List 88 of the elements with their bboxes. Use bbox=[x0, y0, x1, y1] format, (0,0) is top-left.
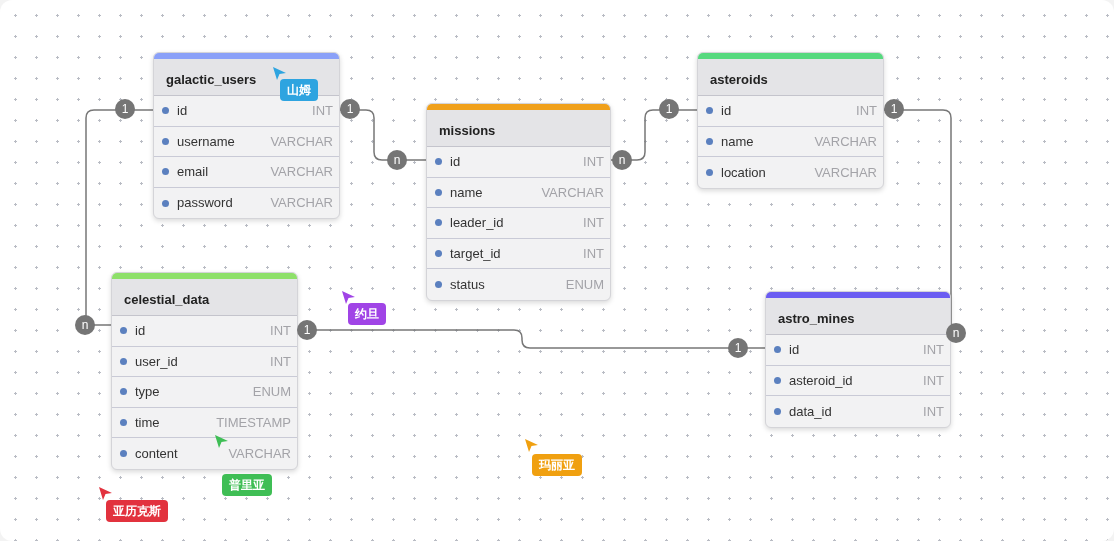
field-type: TIMESTAMP bbox=[216, 413, 291, 432]
field-type: INT bbox=[923, 341, 944, 360]
cardinality-badge: 1 bbox=[728, 338, 748, 358]
field-type: VARCHAR bbox=[814, 163, 877, 182]
field-dot-icon bbox=[162, 107, 169, 115]
field-type: INT bbox=[856, 102, 877, 121]
table-card[interactable]: missions id INT name VARCHAR leader_id INT target_id INT status ENUM bbox=[426, 103, 611, 301]
field-dot-icon bbox=[435, 188, 442, 196]
field-name: leader_id bbox=[450, 214, 504, 233]
cardinality-badge: 1 bbox=[115, 99, 135, 119]
field-type: ENUM bbox=[565, 275, 604, 294]
table-title: celestial_data bbox=[112, 279, 297, 316]
table-card[interactable]: astro_mines id INT asteroid_id INT data_id INT bbox=[765, 291, 951, 428]
field-dot-icon bbox=[120, 419, 127, 427]
field-name: location bbox=[721, 163, 766, 182]
field-name: target_id bbox=[450, 244, 501, 263]
cursor-icon bbox=[98, 486, 113, 501]
field-type: INT bbox=[923, 371, 944, 390]
cardinality-badge: 1 bbox=[340, 99, 360, 119]
user-label: 玛丽亚 bbox=[532, 454, 582, 476]
field-type: INT bbox=[312, 102, 333, 121]
field-dot-icon bbox=[706, 107, 713, 115]
field-dot-icon bbox=[435, 158, 442, 166]
field-dot-icon bbox=[162, 199, 169, 207]
field-name: email bbox=[177, 163, 209, 182]
field-dot-icon bbox=[120, 388, 127, 396]
field-name: name bbox=[721, 132, 754, 151]
field-name: asteroid_id bbox=[789, 371, 853, 390]
field-type: INT bbox=[270, 352, 291, 371]
field-name: name bbox=[450, 183, 483, 202]
field-name: id bbox=[135, 322, 146, 341]
field-name: time bbox=[135, 413, 160, 432]
field-type: VARCHAR bbox=[270, 163, 333, 182]
field-type: INT bbox=[583, 244, 604, 263]
cursor-icon bbox=[524, 438, 539, 453]
user-label: 亚历克斯 bbox=[106, 500, 168, 522]
cursor-icon bbox=[272, 66, 287, 81]
field-name: id bbox=[721, 102, 732, 121]
field-dot-icon bbox=[706, 169, 713, 176]
field-dot-icon bbox=[435, 281, 442, 289]
cardinality-badge: n bbox=[946, 323, 966, 343]
field-type: INT bbox=[583, 153, 604, 172]
cardinality-badge: 1 bbox=[297, 320, 317, 340]
field-name: username bbox=[177, 132, 235, 151]
field-type: VARCHAR bbox=[541, 183, 604, 202]
table-title: astro_mines bbox=[766, 298, 950, 335]
field-name: data_id bbox=[789, 402, 832, 421]
cardinality-badge: n bbox=[387, 150, 407, 170]
field-dot-icon bbox=[162, 168, 169, 176]
cardinality-badge: 1 bbox=[884, 99, 904, 119]
field-dot-icon bbox=[774, 346, 781, 354]
field-dot-icon bbox=[706, 137, 713, 145]
table-card[interactable]: asteroids id INT name VARCHAR location VARCHAR bbox=[697, 52, 884, 189]
field-dot-icon bbox=[774, 376, 781, 384]
cardinality-badge: n bbox=[75, 315, 95, 335]
user-label: 约旦 bbox=[348, 303, 386, 325]
field-type: VARCHAR bbox=[228, 444, 291, 463]
cardinality-badge: 1 bbox=[659, 99, 679, 119]
field-dot-icon bbox=[120, 450, 127, 458]
field-dot-icon bbox=[120, 357, 127, 365]
field-type: VARCHAR bbox=[270, 132, 333, 151]
field-dot-icon bbox=[774, 408, 781, 415]
field-type: ENUM bbox=[252, 383, 291, 402]
field-type: INT bbox=[923, 402, 944, 421]
field-name: type bbox=[135, 383, 160, 402]
field-name: id bbox=[177, 102, 188, 121]
user-label: 普里亚 bbox=[222, 474, 272, 496]
field-name: id bbox=[789, 341, 800, 360]
cursor-icon bbox=[214, 434, 229, 449]
field-dot-icon bbox=[120, 327, 127, 335]
table-title: asteroids bbox=[698, 59, 883, 96]
field-dot-icon bbox=[435, 250, 442, 258]
field-name: content bbox=[135, 444, 178, 463]
field-name: password bbox=[177, 194, 233, 213]
field-type: INT bbox=[583, 214, 604, 233]
user-label: 山姆 bbox=[280, 79, 318, 101]
cursor-icon bbox=[341, 290, 356, 305]
field-name: id bbox=[450, 153, 461, 172]
field-dot-icon bbox=[162, 137, 169, 145]
field-name: user_id bbox=[135, 352, 178, 371]
field-type: INT bbox=[270, 322, 291, 341]
field-dot-icon bbox=[435, 219, 442, 227]
field-type: VARCHAR bbox=[270, 194, 333, 213]
table-card[interactable]: celestial_data id INT user_id INT type ENUM time TIMESTAMP content VARCHAR bbox=[111, 272, 298, 470]
field-type: VARCHAR bbox=[814, 132, 877, 151]
cardinality-badge: n bbox=[612, 150, 632, 170]
table-title: missions bbox=[427, 110, 610, 147]
field-name: status bbox=[450, 275, 485, 294]
